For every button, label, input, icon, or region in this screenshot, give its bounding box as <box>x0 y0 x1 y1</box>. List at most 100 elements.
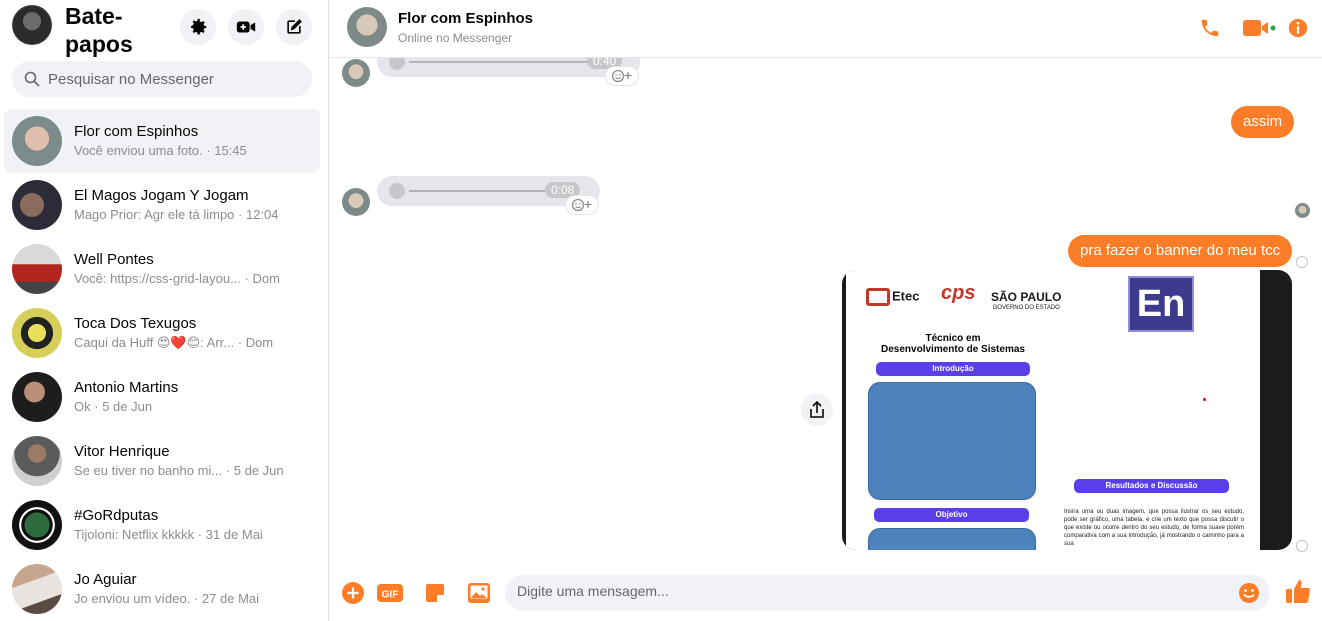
conversation-name: Well Pontes <box>74 251 154 268</box>
share-icon <box>810 401 824 418</box>
section-label-objetivo: Objetivo <box>874 508 1029 522</box>
conversation-item[interactable]: Flor com Espinhos Você enviou uma foto. … <box>4 109 320 173</box>
gear-icon <box>191 18 207 35</box>
message-composer: GIF <box>329 566 1322 621</box>
smiley-plus-icon <box>611 69 632 83</box>
avatar <box>12 244 62 294</box>
conversation-item[interactable]: Vitor Henrique Se eu tiver no banho mi..… <box>4 429 320 493</box>
new-video-call-button[interactable] <box>228 9 264 45</box>
info-icon <box>1288 18 1308 38</box>
video-camera-icon <box>1243 20 1276 36</box>
conversation-name: Vitor Henrique <box>74 443 170 460</box>
emoji-button[interactable] <box>1238 582 1260 609</box>
more-actions-button[interactable] <box>339 579 367 607</box>
share-button[interactable] <box>801 394 833 426</box>
play-icon[interactable] <box>389 58 405 70</box>
photo-button[interactable] <box>465 579 493 607</box>
gif-button[interactable]: GIF <box>375 579 405 607</box>
conversation-name: #GoRdputas <box>74 507 159 524</box>
conversation-name: Flor com Espinhos <box>74 123 199 140</box>
like-button[interactable] <box>1284 577 1312 605</box>
conversation-name: Antonio Martins <box>74 379 179 396</box>
search-icon <box>24 71 40 87</box>
poster-box <box>868 528 1036 550</box>
conversation-preview: Jo enviou um vídeo. <box>74 591 191 606</box>
gif-icon: GIF <box>377 584 403 602</box>
conversation-item[interactable]: Antonio Martins Ok · 5 de Jun <box>4 365 320 429</box>
banner-poster: Etec cps SÃO PAULO GOVERNO DO ESTADO En T… <box>842 270 1260 550</box>
conversation-preview: Tijoloni: Netflix kkkkk <box>74 527 195 542</box>
conversation-name: El Magos Jogam Y Jogam <box>74 187 249 204</box>
conversation-preview: Caqui da Huff 😍❤️😊: Arr... <box>74 335 235 350</box>
audio-progress-track[interactable] <box>409 61 594 63</box>
settings-button[interactable] <box>180 9 216 45</box>
my-profile-avatar[interactable] <box>12 5 52 45</box>
sidebar-title: Bate-papos <box>65 3 133 57</box>
avatar <box>12 372 62 422</box>
poster-box <box>868 382 1036 500</box>
photo-message[interactable]: Etec cps SÃO PAULO GOVERNO DO ESTADO En T… <box>842 270 1292 550</box>
avatar <box>12 180 62 230</box>
conversation-time: · 5 de Jun <box>94 399 153 414</box>
new-message-button[interactable] <box>276 9 312 45</box>
conversation-time: · 12:04 <box>238 207 279 222</box>
messenger-app: Bate-papos Pesquisar no Messenger Flor c… <box>0 0 1322 621</box>
search-input[interactable] <box>48 70 288 88</box>
conversation-time: · 15:45 <box>206 143 247 158</box>
sticker-icon <box>426 584 444 602</box>
sent-status-icon <box>1296 540 1308 552</box>
message-input-container[interactable] <box>505 575 1270 611</box>
poster-dot <box>1203 398 1206 401</box>
conversation-item[interactable]: Toca Dos Texugos Caqui da Huff 😍❤️😊: Arr… <box>4 301 320 365</box>
conversation-preview: Você enviou uma foto. <box>74 143 203 158</box>
audio-message[interactable]: 0:40 <box>377 58 640 77</box>
conversation-preview: Ok <box>74 399 91 414</box>
smiley-plus-icon <box>571 198 592 212</box>
outgoing-message[interactable]: pra fazer o banner do meu tcc <box>1068 235 1293 267</box>
conversation-item[interactable]: El Magos Jogam Y Jogam Mago Prior: Agr e… <box>4 173 320 237</box>
message-thread[interactable]: 0:40 assim 0:08 pra fazer o banner do me… <box>329 58 1322 566</box>
conversation-name: Toca Dos Texugos <box>74 315 197 332</box>
sidebar: Bate-papos Pesquisar no Messenger Flor c… <box>0 0 329 621</box>
conversation-time: · Dom <box>237 335 274 350</box>
sender-avatar <box>342 59 370 87</box>
avatar <box>12 564 62 614</box>
video-call-button[interactable] <box>1240 15 1278 41</box>
poster-title: Técnico em Desenvolvimento de Sistemas <box>881 333 1025 355</box>
phone-icon <box>1201 19 1219 37</box>
section-label-intro: Introdução <box>876 362 1030 376</box>
sao-paulo-logo: SÃO PAULO GOVERNO DO ESTADO <box>991 290 1062 311</box>
add-reaction-button[interactable] <box>565 195 599 215</box>
contact-name[interactable]: Flor com Espinhos <box>398 10 533 27</box>
conversation-item[interactable]: Well Pontes Você: https://css-grid-layou… <box>4 237 320 301</box>
read-receipt-avatar <box>1295 203 1310 218</box>
avatar <box>12 436 62 486</box>
poster-body-text: Insira uma ou duas imagem, que possa ilu… <box>1064 509 1244 547</box>
conversation-item[interactable]: Jo Aguiar Jo enviou um vídeo. · 27 de Ma… <box>4 557 320 621</box>
en-logo: En <box>1128 276 1194 332</box>
message-input[interactable] <box>517 583 1217 599</box>
avatar <box>12 116 62 166</box>
add-reaction-button[interactable] <box>605 66 639 86</box>
contact-status: Online no Messenger <box>398 31 513 45</box>
outgoing-message[interactable]: assim <box>1231 106 1295 138</box>
sent-status-icon <box>1296 256 1308 268</box>
svg-text:GIF: GIF <box>382 590 399 601</box>
conversation-item[interactable]: #GoRdputas Tijoloni: Netflix kkkkk · 31 … <box>4 493 320 557</box>
conversation-header: Flor com Espinhos Online no Messenger <box>329 0 1322 58</box>
image-icon <box>468 583 490 603</box>
audio-progress-track[interactable] <box>409 190 549 192</box>
voice-call-button[interactable] <box>1197 15 1223 41</box>
contact-avatar[interactable] <box>347 7 387 47</box>
play-icon[interactable] <box>389 183 405 199</box>
cps-logo: cps <box>941 282 976 304</box>
emoji-icon <box>1239 583 1259 603</box>
search-bar[interactable] <box>12 61 312 97</box>
sticker-button[interactable] <box>421 579 449 607</box>
video-plus-icon <box>236 21 256 33</box>
conversation-info-button[interactable] <box>1285 15 1311 41</box>
conversation-list: Flor com Espinhos Você enviou uma foto. … <box>4 109 320 621</box>
sender-avatar <box>342 188 370 216</box>
avatar <box>12 308 62 358</box>
avatar <box>12 500 62 550</box>
